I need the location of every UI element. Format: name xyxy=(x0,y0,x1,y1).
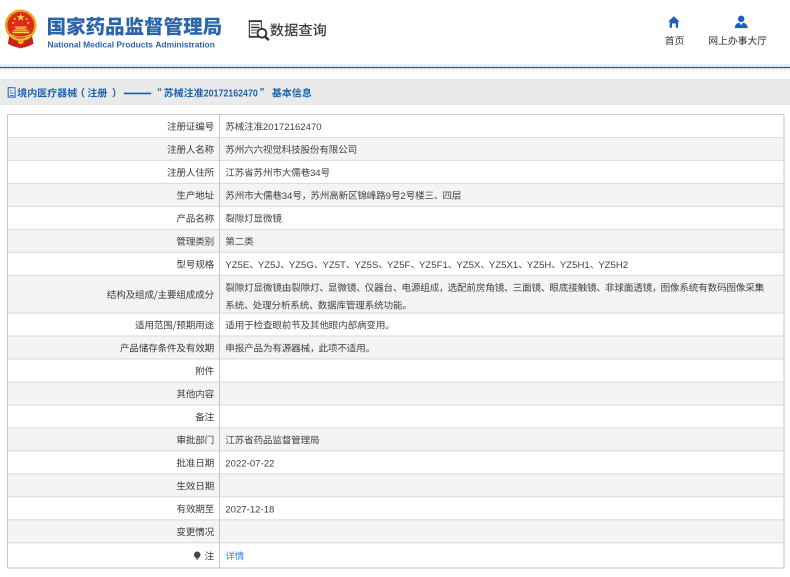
svg-text:YZ5T: YZ5T xyxy=(322,260,346,271)
svg-text:YZ5H: YZ5H xyxy=(527,260,552,271)
svg-text:YZ5H2: YZ5H2 xyxy=(598,260,628,271)
svg-text:2: 2 xyxy=(400,191,405,202)
svg-text:National Medical Products Admi: National Medical Products Administration xyxy=(48,39,215,49)
svg-text:9: 9 xyxy=(386,191,391,202)
svg-text:YZ5F1: YZ5F1 xyxy=(419,260,448,271)
svg-text:YZ5F: YZ5F xyxy=(387,260,411,271)
svg-text:YZ5X: YZ5X xyxy=(456,260,481,271)
svg-text:34: 34 xyxy=(282,191,293,202)
svg-text:34: 34 xyxy=(310,168,321,179)
svg-text:2027-12-18: 2027-12-18 xyxy=(225,504,274,515)
svg-text:YZ5J: YZ5J xyxy=(258,260,281,271)
svg-text:20172162470: 20172162470 xyxy=(263,122,322,133)
svg-text:YZ5G: YZ5G xyxy=(289,260,314,271)
svg-text:YZ5S: YZ5S xyxy=(354,260,378,271)
svg-text:2022-07-22: 2022-07-22 xyxy=(225,458,274,469)
svg-text:YZ5H1: YZ5H1 xyxy=(560,260,590,271)
svg-text:YZ5E: YZ5E xyxy=(225,260,249,271)
svg-text:20172162470: 20172162470 xyxy=(204,89,258,100)
svg-text:YZ5X1: YZ5X1 xyxy=(489,260,518,271)
